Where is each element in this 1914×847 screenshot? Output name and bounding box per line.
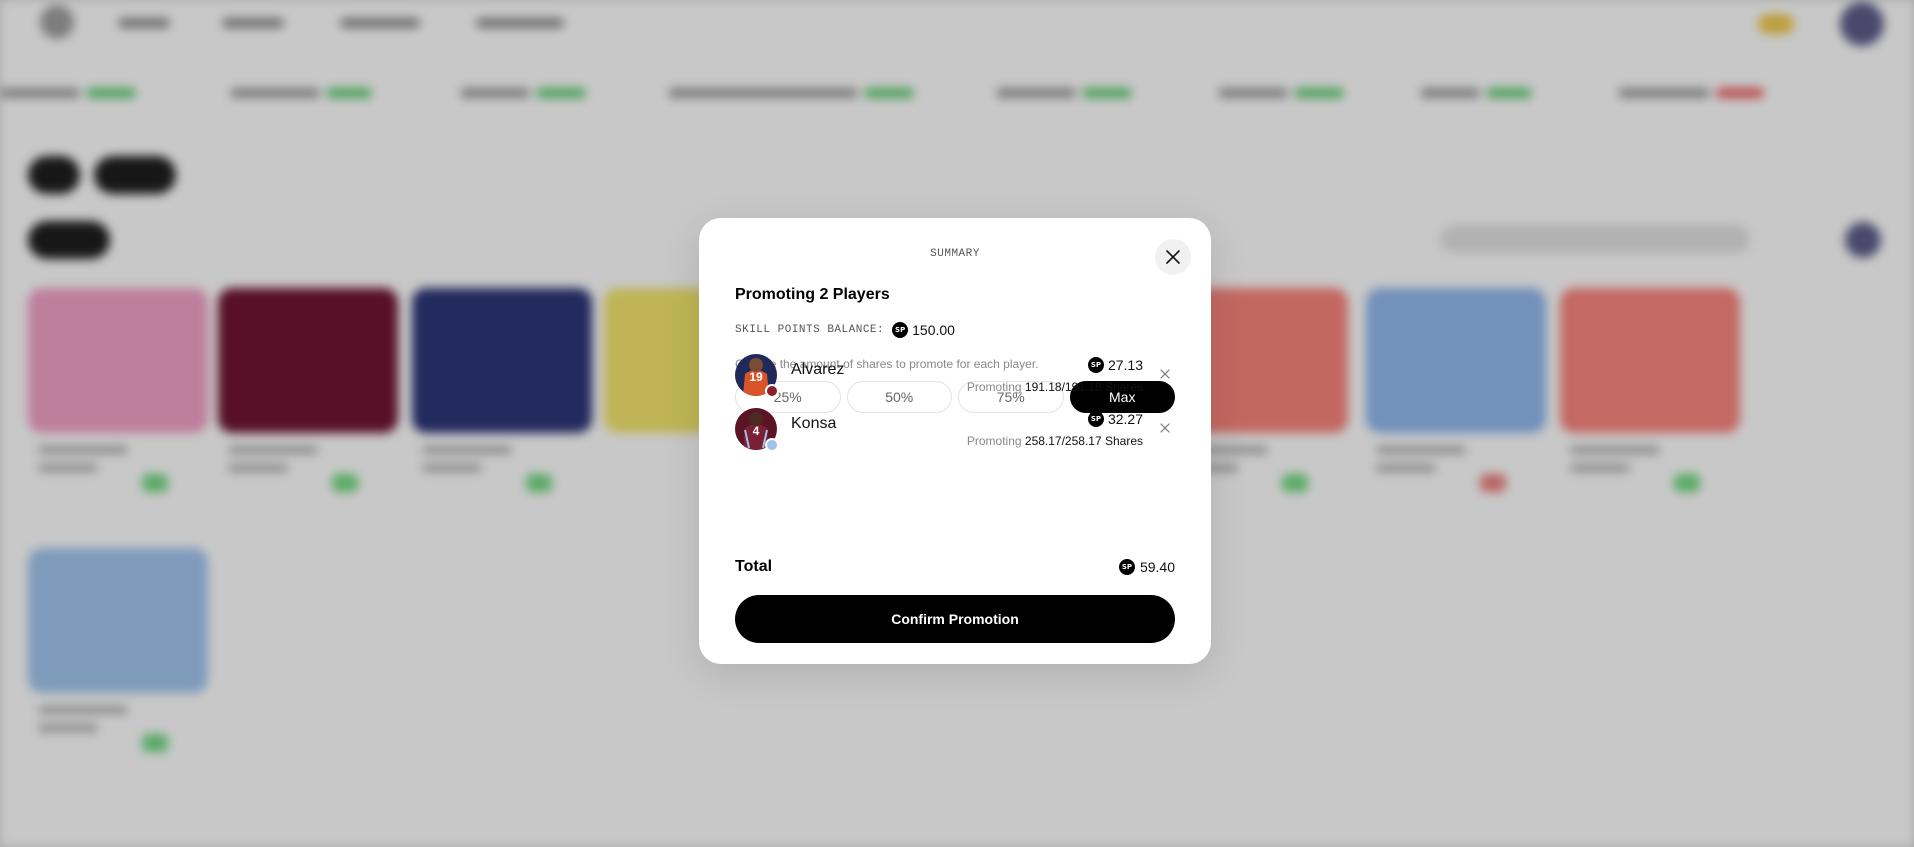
total-label: Total — [735, 558, 773, 575]
skill-points-icon: SP — [1087, 357, 1104, 373]
skill-points-icon: SP — [892, 322, 909, 338]
promotion-summary-modal: SUMMARY Promoting 2 Players SKILL POINTS… — [699, 218, 1211, 664]
jersey-number: 4 — [752, 424, 760, 438]
player-row: 19 Alvarez SP 27.13 Promoting 191.18/191… — [735, 354, 1175, 398]
team-badge-icon — [765, 438, 779, 452]
player-shares: Promoting 258.17/258.17 Shares — [967, 434, 1143, 448]
total-amount-value: 59.40 — [1139, 559, 1175, 575]
close-icon — [1160, 369, 1170, 379]
shares-value: 258.17/258.17 Shares — [1024, 434, 1143, 448]
promoting-label: Promoting — [966, 380, 1022, 394]
skill-points-icon: SP — [1118, 559, 1135, 575]
close-button[interactable] — [1155, 239, 1191, 275]
balance-value: 150.00 — [912, 322, 955, 338]
player-amount: SP 32.27 — [1087, 411, 1143, 427]
balance-label: SKILL POINTS BALANCE: — [735, 324, 885, 336]
player-row: 4 Konsa SP 32.27 Promoting 258.17/258.17… — [735, 408, 1175, 452]
modal-header: SUMMARY — [930, 248, 980, 260]
close-icon — [1166, 250, 1180, 264]
player-name: Alvarez — [791, 361, 845, 378]
player-amount-value: 32.27 — [1107, 411, 1143, 427]
skill-points-icon: SP — [1087, 411, 1104, 427]
close-icon — [1160, 423, 1170, 433]
skill-points-balance: SKILL POINTS BALANCE: SP 150.00 — [735, 322, 955, 338]
jersey-number: 19 — [749, 370, 763, 384]
confirm-promotion-button[interactable]: Confirm Promotion — [735, 595, 1175, 643]
remove-player-button[interactable] — [1157, 366, 1173, 382]
total-row: Total SP 59.40 — [735, 558, 1175, 578]
player-shares: Promoting 191.18/191.18 Shares — [967, 380, 1143, 394]
shares-value: 191.18/191.18 Shares — [1024, 380, 1143, 394]
remove-player-button[interactable] — [1157, 420, 1173, 436]
player-amount-value: 27.13 — [1107, 357, 1143, 373]
promoting-label: Promoting — [966, 434, 1022, 448]
player-amount: SP 27.13 — [1087, 357, 1143, 373]
total-amount: SP 59.40 — [1118, 559, 1175, 575]
player-name: Konsa — [791, 415, 837, 432]
team-badge-icon — [765, 384, 779, 398]
modal-title: Promoting 2 Players — [735, 286, 890, 303]
